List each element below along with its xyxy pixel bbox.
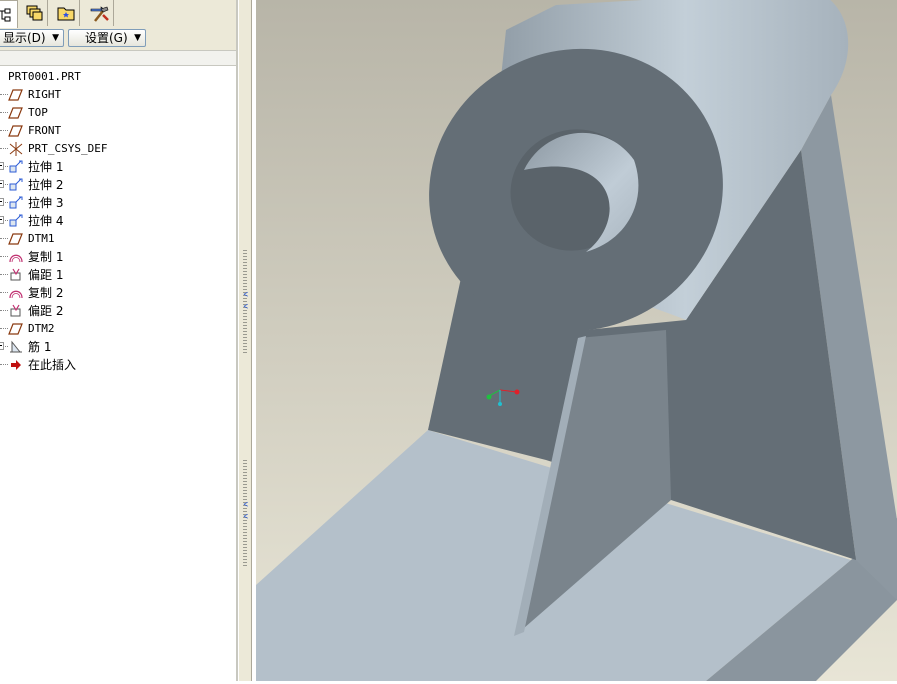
tree-item[interactable]: 拉伸 3 bbox=[0, 194, 236, 212]
datum-plane-icon bbox=[8, 106, 24, 120]
panel-splitter[interactable]: < < > > < < bbox=[238, 0, 256, 681]
model-render bbox=[256, 0, 897, 681]
tree-item-label: 筋 1 bbox=[28, 340, 52, 354]
rib-icon bbox=[8, 340, 24, 354]
tree-item-label: 偏距 1 bbox=[28, 268, 64, 282]
extrude-icon bbox=[8, 160, 24, 174]
tree-item[interactable]: 复制 1 bbox=[0, 248, 236, 266]
tree-item[interactable]: DTM2 bbox=[0, 320, 236, 338]
tree-item[interactable]: 在此插入 bbox=[0, 356, 236, 374]
chevron-left-icon[interactable]: < bbox=[243, 512, 248, 522]
extrude-icon bbox=[8, 214, 24, 228]
tree-connector bbox=[0, 256, 8, 257]
datum-plane-icon bbox=[8, 88, 24, 102]
tree-item[interactable]: 拉伸 1 bbox=[0, 158, 236, 176]
insert-here-arrow-icon bbox=[8, 358, 24, 372]
graphics-viewport[interactable] bbox=[256, 0, 897, 681]
tree-item[interactable]: 拉伸 2 bbox=[0, 176, 236, 194]
expand-toggle-icon[interactable] bbox=[0, 198, 4, 206]
tree-item-label: 拉伸 2 bbox=[28, 178, 64, 192]
expand-toggle-icon[interactable] bbox=[0, 162, 4, 170]
tree-item-label: FRONT bbox=[28, 124, 62, 137]
chevron-down-icon: ▼ bbox=[52, 33, 59, 43]
tree-connector bbox=[0, 112, 8, 113]
tree-item-label: 在此插入 bbox=[28, 358, 77, 372]
chevron-left-icon[interactable]: < bbox=[243, 302, 248, 312]
tree-item-label: PRT_CSYS_DEF bbox=[28, 142, 108, 155]
tree-connector bbox=[0, 328, 8, 329]
navigator-tab-strip bbox=[0, 0, 238, 29]
expand-toggle-icon[interactable] bbox=[0, 342, 4, 350]
layers-icon bbox=[26, 5, 42, 21]
tab-tools[interactable] bbox=[86, 0, 114, 26]
navigator-menu-row: 显示(D) ▼ 设置(G) ▼ bbox=[0, 28, 238, 50]
tree-item-label: 拉伸 4 bbox=[28, 214, 64, 228]
tree-item-label: TOP bbox=[28, 106, 48, 119]
tree-connector bbox=[0, 94, 8, 95]
settings-menu-button[interactable]: 设置(G) ▼ bbox=[68, 29, 146, 47]
copy-surface-icon bbox=[8, 286, 24, 300]
datum-plane-icon bbox=[8, 124, 24, 138]
tree-item-label: 拉伸 3 bbox=[28, 196, 64, 210]
tree-item[interactable]: 复制 2 bbox=[0, 284, 236, 302]
tools-icon bbox=[90, 6, 109, 22]
tree-item[interactable]: RIGHT bbox=[0, 86, 236, 104]
navigator-panel: 显示(D) ▼ 设置(G) ▼ PRT0001.PRT RIGHT TOP FRON… bbox=[0, 0, 238, 681]
tree-item[interactable]: PRT_CSYS_DEF bbox=[0, 140, 236, 158]
tree-root-label: PRT0001.PRT bbox=[8, 70, 81, 83]
chevron-left-icon[interactable]: < bbox=[243, 290, 248, 300]
tree-connector bbox=[0, 292, 8, 293]
tree-item[interactable]: 偏距 1 bbox=[0, 266, 236, 284]
tree-item[interactable]: 偏距 2 bbox=[0, 302, 236, 320]
datum-plane-icon bbox=[8, 232, 24, 246]
copy-surface-icon bbox=[8, 250, 24, 264]
datum-plane-icon bbox=[8, 322, 24, 336]
extrude-icon bbox=[8, 196, 24, 210]
tree-item[interactable]: 筋 1 bbox=[0, 338, 236, 356]
offset-icon bbox=[8, 304, 24, 318]
tree-connector bbox=[0, 364, 8, 365]
expand-toggle-icon[interactable] bbox=[0, 216, 4, 224]
coordinate-system-icon bbox=[8, 142, 24, 156]
extrude-icon bbox=[8, 178, 24, 192]
show-menu-label: 显示(D) bbox=[3, 31, 46, 45]
tab-favorites[interactable] bbox=[52, 0, 80, 26]
tree-root[interactable]: PRT0001.PRT bbox=[0, 68, 236, 86]
offset-icon bbox=[8, 268, 24, 282]
tree-item-label: DTM1 bbox=[28, 232, 55, 245]
show-menu-button[interactable]: 显示(D) ▼ bbox=[0, 29, 64, 47]
tree-item-label: RIGHT bbox=[28, 88, 62, 101]
model-tree-icon bbox=[0, 8, 11, 21]
tree-item[interactable]: TOP bbox=[0, 104, 236, 122]
chevron-left-icon[interactable]: < bbox=[243, 500, 248, 510]
tree-item-label: DTM2 bbox=[28, 322, 55, 335]
tree-connector bbox=[0, 238, 8, 239]
tab-model-tree[interactable] bbox=[0, 0, 18, 28]
tree-connector bbox=[0, 274, 8, 275]
tree-connector bbox=[0, 148, 8, 149]
tab-layers[interactable] bbox=[20, 0, 48, 26]
tree-item-label: 偏距 2 bbox=[28, 304, 64, 318]
model-tree: PRT0001.PRT RIGHT TOP FRONT PRT_CSYS_DEF 拉伸 … bbox=[0, 68, 236, 374]
chevron-down-icon: ▼ bbox=[134, 33, 141, 43]
tree-item-label: 拉伸 1 bbox=[28, 160, 64, 174]
tree-item-label: 复制 2 bbox=[28, 286, 64, 300]
tree-item-label: 复制 1 bbox=[28, 250, 64, 264]
tree-connector bbox=[0, 310, 8, 311]
tree-item[interactable]: FRONT bbox=[0, 122, 236, 140]
settings-menu-label: 设置(G) bbox=[85, 31, 128, 45]
tree-connector bbox=[0, 130, 8, 131]
tree-item[interactable]: DTM1 bbox=[0, 230, 236, 248]
tree-column-header[interactable] bbox=[0, 50, 236, 66]
tree-item[interactable]: 拉伸 4 bbox=[0, 212, 236, 230]
folder-icon bbox=[57, 7, 74, 21]
expand-toggle-icon[interactable] bbox=[0, 180, 4, 188]
